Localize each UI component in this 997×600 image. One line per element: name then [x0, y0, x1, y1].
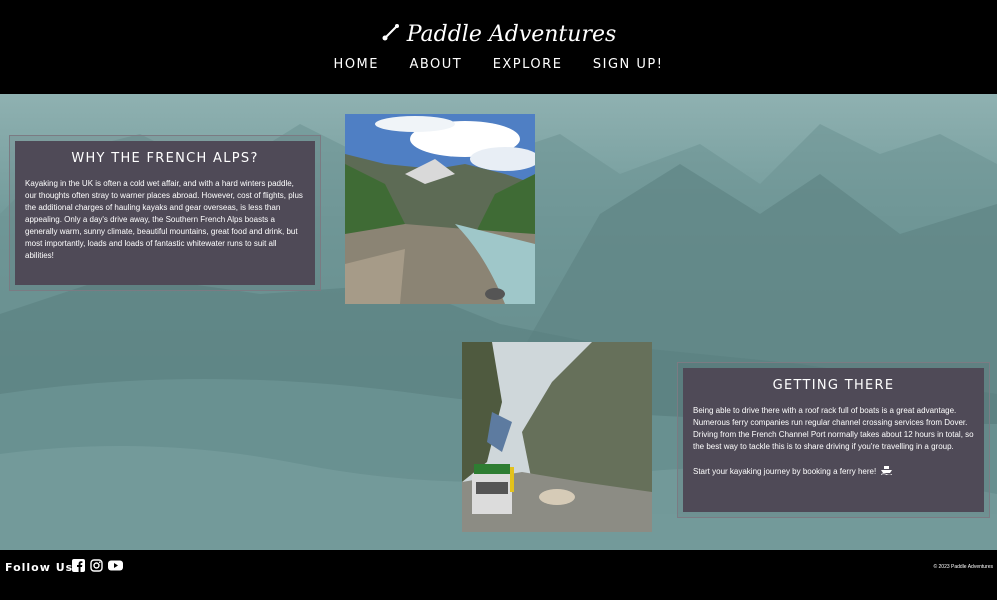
nav-explore[interactable]: EXPLORE	[493, 57, 563, 72]
van-gorge-photo	[462, 342, 652, 532]
ferry-booking-cta[interactable]: Start your kayaking journey by booking a…	[693, 465, 974, 479]
getting-there-card: GETTING THERE Being able to drive there …	[683, 368, 984, 512]
hero-background: WHY THE FRENCH ALPS? Kayaking in the UK …	[0, 94, 997, 550]
nav-home[interactable]: HOME	[334, 57, 379, 72]
ship-icon[interactable]	[881, 465, 893, 479]
why-french-alps-card: WHY THE FRENCH ALPS? Kayaking in the UK …	[15, 141, 315, 285]
ferry-booking-text[interactable]: Start your kayaking journey by booking a…	[693, 467, 876, 476]
brand-name: Paddle Adventures	[406, 22, 617, 47]
main-nav: HOME ABOUT EXPLORE SIGN UP!	[0, 55, 997, 73]
facebook-icon[interactable]	[72, 559, 85, 572]
getting-there-title: GETTING THERE	[772, 378, 895, 393]
getting-there-text: Being able to drive there with a roof ra…	[693, 406, 974, 451]
social-links	[72, 559, 123, 572]
copyright-text: © 2023 Paddle Adventures	[933, 564, 993, 570]
why-french-alps-text: Kayaking in the UK is often a cold wet a…	[25, 179, 303, 260]
paddle-icon	[381, 22, 401, 48]
brand-logo[interactable]: Paddle Adventures	[0, 22, 997, 48]
nav-about[interactable]: ABOUT	[409, 57, 462, 72]
instagram-icon[interactable]	[90, 559, 103, 572]
nav-sign-up[interactable]: SIGN UP!	[593, 57, 664, 72]
why-french-alps-panel: WHY THE FRENCH ALPS? Kayaking in the UK …	[9, 135, 321, 291]
why-french-alps-title: WHY THE FRENCH ALPS?	[71, 151, 259, 166]
alpine-river-photo	[345, 114, 535, 304]
youtube-icon[interactable]	[108, 559, 123, 572]
follow-us-label: Follow Us!	[5, 561, 80, 574]
site-footer: Follow Us! © 2023 Paddle Adventures	[0, 550, 997, 600]
site-header: Paddle Adventures HOME ABOUT EXPLORE SIG…	[0, 0, 997, 94]
getting-there-panel: GETTING THERE Being able to drive there …	[677, 362, 990, 518]
